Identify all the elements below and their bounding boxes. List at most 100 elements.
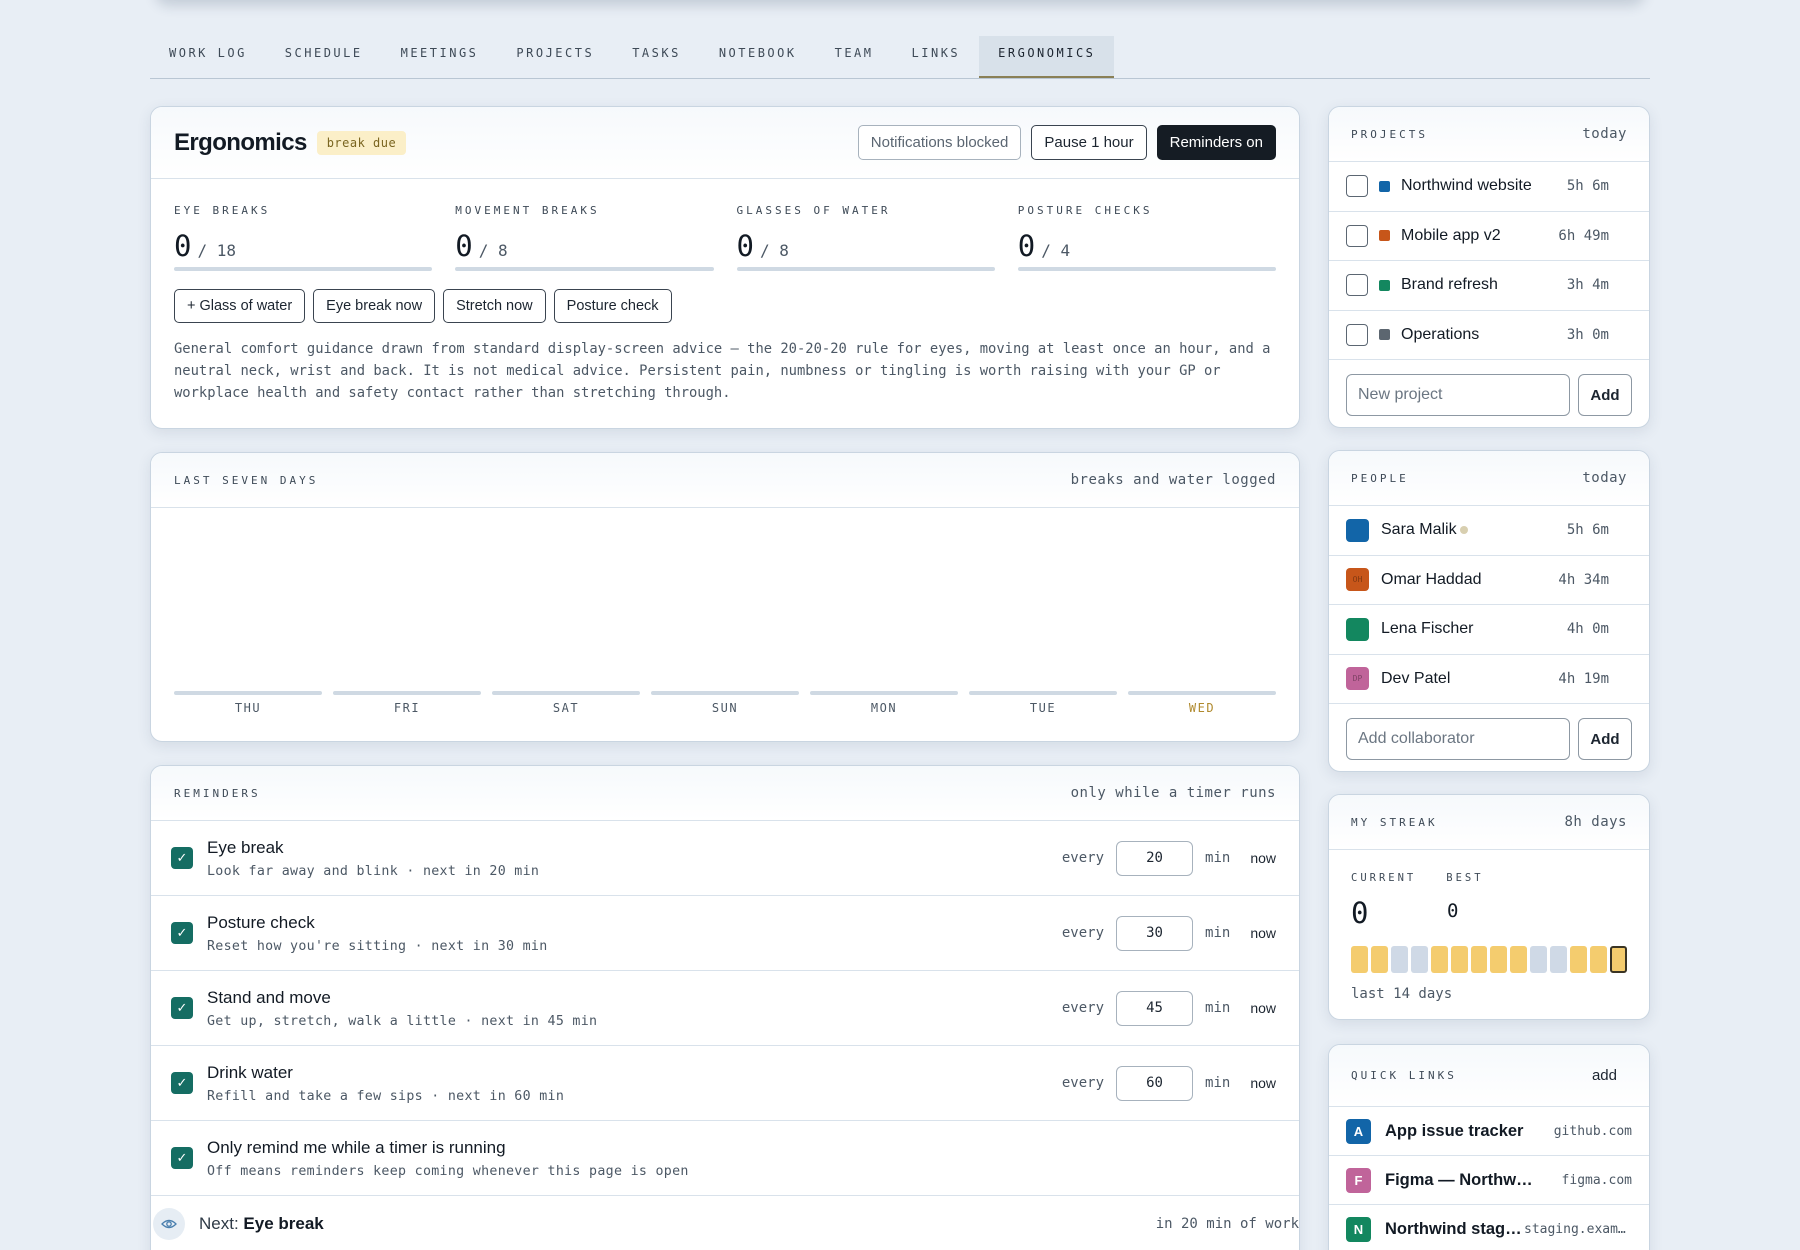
interval-input[interactable]: 60 xyxy=(1116,1065,1194,1101)
project-checkbox[interactable] xyxy=(1346,274,1368,297)
reminder-checkbox[interactable]: ✓ xyxy=(171,997,193,1019)
stat-label: EYE BREAKS xyxy=(174,204,271,217)
person-row[interactable]: Lena Fischer 4h 0m xyxy=(1329,605,1649,655)
day-label: WED xyxy=(1188,701,1216,715)
add-link-button[interactable]: add xyxy=(1592,1067,1617,1084)
page-title: Ergonomics xyxy=(174,128,307,156)
card-note: 8h days xyxy=(1564,814,1627,830)
card-note: breaks and water logged xyxy=(1070,472,1276,488)
interval-input[interactable]: 20 xyxy=(1116,840,1194,876)
link-badge-icon: N xyxy=(1346,1216,1371,1242)
project-checkbox[interactable] xyxy=(1346,323,1368,346)
project-name: Northwind website xyxy=(1401,177,1532,195)
pause-button[interactable]: Pause 1 hour xyxy=(1031,125,1147,160)
day-bar xyxy=(333,691,481,695)
reminder-posture-check: ✓ Posture check Reset how you're sitting… xyxy=(151,896,1299,971)
notifications-blocked-button[interactable]: Notifications blocked xyxy=(857,125,1022,160)
interval-input[interactable]: 45 xyxy=(1116,990,1194,1026)
reminder-checkbox[interactable]: ✓ xyxy=(171,1072,193,1094)
trigger-now-button[interactable]: now xyxy=(1250,1075,1276,1091)
person-row[interactable]: OH Omar Haddad 4h 34m xyxy=(1329,556,1649,605)
project-row[interactable]: Operations 3h 0m xyxy=(1329,311,1649,360)
project-row[interactable]: Mobile app v2 6h 49m xyxy=(1329,212,1649,261)
reminder-drink-water: ✓ Drink water Refill and take a few sips… xyxy=(151,1046,1299,1121)
reminders-toggle-button[interactable]: Reminders on xyxy=(1156,125,1276,160)
project-name: Brand refresh xyxy=(1401,276,1498,294)
card-title: MY STREAK xyxy=(1351,815,1438,829)
streak-day-cell xyxy=(1351,946,1368,973)
interval-input[interactable]: 30 xyxy=(1116,915,1194,951)
project-row[interactable]: Brand refresh 3h 4m xyxy=(1329,261,1649,311)
add-project-button[interactable]: Add xyxy=(1578,374,1632,416)
trigger-now-button[interactable]: now xyxy=(1250,1000,1276,1016)
reminder-checkbox[interactable]: ✓ xyxy=(171,847,193,869)
add-collaborator-button[interactable]: Add xyxy=(1578,718,1632,760)
timer-only-checkbox[interactable]: ✓ xyxy=(171,1147,193,1169)
stat-value: 0 xyxy=(455,229,473,263)
every-label: every xyxy=(1061,850,1105,866)
last-seven-days-card: LAST SEVEN DAYS breaks and water logged … xyxy=(150,452,1300,742)
tab-work-log[interactable]: WORK LOG xyxy=(150,36,266,78)
stat-label: MOVEMENT BREAKS xyxy=(455,204,600,217)
stat-value: 0 xyxy=(174,229,192,263)
person-row[interactable]: Sara Malik 5h 6m xyxy=(1329,506,1649,556)
posture-check-button[interactable]: Posture check xyxy=(553,289,672,323)
day-bar xyxy=(651,691,799,695)
ergonomics-header: Ergonomics break due Notifications block… xyxy=(151,107,1299,179)
stretch-now-button[interactable]: Stretch now xyxy=(443,289,546,323)
card-note: only while a timer runs xyxy=(1070,785,1276,801)
eye-break-now-button[interactable]: Eye break now xyxy=(313,289,436,323)
tab-links[interactable]: LINKS xyxy=(893,36,980,78)
project-color-swatch xyxy=(1379,329,1390,341)
setting-subtitle: Off means reminders keep coming whenever… xyxy=(207,1163,689,1179)
tab-ergonomics[interactable]: ERGONOMICS xyxy=(979,36,1115,78)
quick-link[interactable]: A App issue tracker github.com xyxy=(1329,1107,1649,1156)
tab-projects[interactable]: PROJECTS xyxy=(497,36,613,78)
day-bar xyxy=(1128,691,1276,695)
person-row[interactable]: DP Dev Patel 4h 19m xyxy=(1329,655,1649,704)
card-header: MY STREAK 8h days xyxy=(1329,795,1649,850)
person-name: Omar Haddad xyxy=(1381,570,1482,588)
trigger-now-button[interactable]: now xyxy=(1250,925,1276,941)
quick-link[interactable]: N Northwind staging staging.example.com xyxy=(1329,1205,1649,1250)
link-name: Northwind staging xyxy=(1385,1219,1524,1238)
best-label: BEST xyxy=(1446,872,1484,884)
stat-target: / 4 xyxy=(1041,241,1071,260)
reminder-checkbox[interactable]: ✓ xyxy=(171,922,193,944)
add-collaborator-input[interactable]: Add collaborator xyxy=(1346,718,1570,760)
new-project-form: New project Add xyxy=(1329,360,1649,427)
stat-progress-bar xyxy=(455,267,714,271)
project-checkbox[interactable] xyxy=(1346,175,1368,198)
tab-tasks[interactable]: TASKS xyxy=(613,36,700,78)
streak-day-cell xyxy=(1609,946,1627,973)
minutes-label: min xyxy=(1205,850,1231,866)
tab-schedule[interactable]: SCHEDULE xyxy=(266,36,382,78)
add-glass-of-water-button[interactable]: + Glass of water xyxy=(174,289,306,323)
reminder-subtitle: Get up, stretch, walk a little · next in… xyxy=(207,1013,598,1029)
new-project-input[interactable]: New project xyxy=(1346,374,1570,416)
tab-notebook[interactable]: NOTEBOOK xyxy=(700,36,816,78)
stat-value: 0 xyxy=(736,229,754,263)
eye-icon xyxy=(153,1207,185,1240)
card-title: PROJECTS xyxy=(1351,127,1428,141)
person-name: Lena Fischer xyxy=(1381,620,1474,638)
project-time: 6h 49m xyxy=(1558,227,1609,244)
tab-meetings[interactable]: MEETINGS xyxy=(382,36,498,78)
stat-label: GLASSES OF WATER xyxy=(736,204,891,217)
streak-day-cell xyxy=(1530,946,1548,973)
streak-calendar xyxy=(1351,946,1627,973)
person-time: 4h 19m xyxy=(1558,670,1609,687)
project-checkbox[interactable] xyxy=(1346,224,1368,247)
tab-team[interactable]: TEAM xyxy=(816,36,893,78)
reminder-title: Posture check xyxy=(207,912,315,932)
avatar xyxy=(1346,518,1369,542)
streak-day-cell xyxy=(1510,946,1528,973)
quick-link[interactable]: F Figma — Northwind figma.com xyxy=(1329,1156,1649,1205)
project-row[interactable]: Northwind website 5h 6m xyxy=(1329,162,1649,212)
stat-target: / 18 xyxy=(197,241,236,260)
stat-glasses-of-water: GLASSES OF WATER 0 / 8 xyxy=(736,204,995,271)
card-header: PROJECTS today xyxy=(1329,107,1649,162)
card-header: QUICK LINKS add xyxy=(1329,1045,1649,1107)
trigger-now-button[interactable]: now xyxy=(1250,850,1276,866)
day-column-fri: FRI xyxy=(333,691,481,715)
